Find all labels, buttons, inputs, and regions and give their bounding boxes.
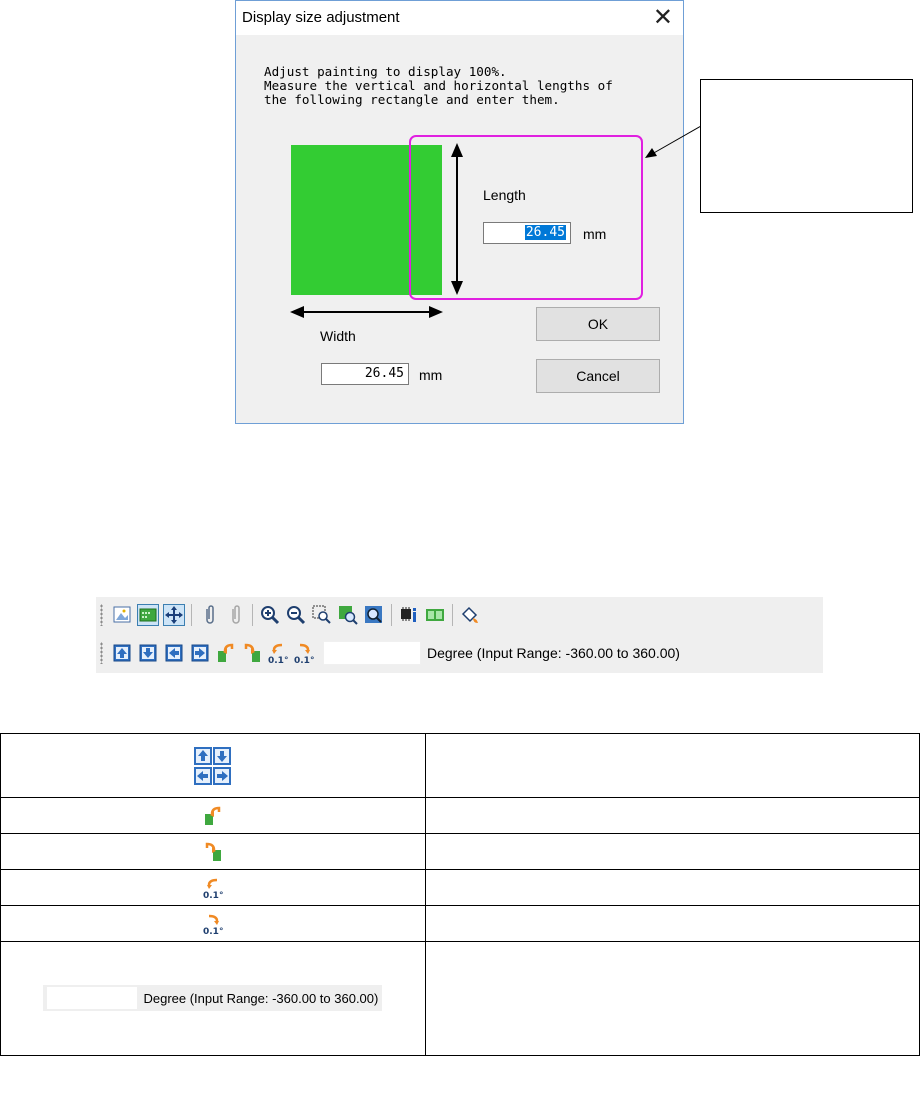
callout-pointer-head [645,148,657,158]
move-up-icon [194,746,213,765]
deg01-label: 0.1° [294,656,314,664]
table-row: 0.1° [0,869,920,906]
degree-label: Degree (Input Range: -360.00 to 360.00) [427,645,680,661]
table-row: 0.1° [0,905,920,942]
table-cell-icon [0,733,426,798]
rotate-right-90-icon [205,842,221,861]
table-row [0,797,920,834]
green-double-icon[interactable] [424,604,446,626]
callout-pointer-line [651,125,702,155]
table-row [0,833,920,870]
degree-input-preview: Degree (Input Range: -360.00 to 360.00) [43,985,383,1011]
rotate-right-0.1-icon: 0.1° [203,914,223,937]
rotate-left-90-icon [204,806,221,825]
move-up-icon[interactable] [111,642,133,664]
degree-input[interactable] [323,641,421,665]
toolbar-separator [191,604,192,626]
display-grid-icon[interactable] [137,604,159,626]
zoom-out-icon[interactable] [285,604,307,626]
paperclip-gray-icon[interactable] [224,604,246,626]
degree-label: Degree (Input Range: -360.00 to 360.00) [143,990,379,1006]
paperclip-icon[interactable] [198,604,220,626]
table-row [0,733,920,798]
width-label: Width [320,328,356,344]
table-cell-icon [0,797,426,834]
zoom-area-icon[interactable] [311,604,333,626]
table-cell-description [424,869,920,906]
reference-table: 0.1° 0.1° Degree (Input Range: -360.00 t… [0,733,920,1056]
table-cell-icon: 0.1° [0,869,426,906]
table-cell-description [424,905,920,942]
table-cell-icon [0,833,426,870]
deg01-label: 0.1° [203,891,223,899]
width-unit: mm [419,367,443,383]
deg01-label: 0.1° [268,656,288,664]
toolbar-grip[interactable] [100,642,103,664]
move-down-icon[interactable] [137,642,159,664]
table-cell-icon: Degree (Input Range: -360.00 to 360.00) [0,941,426,1056]
rotate-right-0.1-icon[interactable]: 0.1° [293,642,315,664]
toolbar-separator [452,604,453,626]
move-left-icon [194,766,213,785]
toolbar-row-1 [96,597,823,633]
toolbar-separator [391,604,392,626]
table-cell-icon: 0.1° [0,905,426,942]
horizontal-arrow-head-left [290,306,304,318]
degree-input [47,987,138,1009]
table-cell-description [424,797,920,834]
image-icon[interactable] [111,604,133,626]
width-input[interactable]: 26.45 [321,363,409,385]
rotate-right-90-icon[interactable] [241,642,263,664]
table-cell-description [424,733,920,798]
zoom-in-icon[interactable] [259,604,281,626]
move-right-icon[interactable] [189,642,211,664]
move-left-icon[interactable] [163,642,185,664]
move-down-icon [213,746,232,765]
toolbar-separator [252,604,253,626]
toolbar-grip[interactable] [100,604,103,626]
paint-bucket-icon[interactable] [459,604,481,626]
cancel-button[interactable]: Cancel [536,359,660,393]
rotate-left-0.1-icon[interactable]: 0.1° [267,642,289,664]
callout-box [700,79,913,213]
horizontal-arrow-head-right [429,306,443,318]
zoom-fit-icon[interactable] [363,604,385,626]
rotate-left-0.1-icon: 0.1° [203,878,223,901]
chip-info-icon[interactable] [398,604,420,626]
table-cell-description [424,833,920,870]
toolbar: 0.1° 0.1° Degree (Input Range: -360.00 t… [96,597,823,673]
move-arrows-icon[interactable] [163,604,185,626]
table-cell-description [424,941,920,1056]
deg01-label: 0.1° [203,927,223,935]
table-row: Degree (Input Range: -360.00 to 360.00) [0,941,920,1056]
move-right-icon [213,766,232,785]
ok-button[interactable]: OK [536,307,660,341]
zoom-green-icon[interactable] [337,604,359,626]
toolbar-row-2: 0.1° 0.1° Degree (Input Range: -360.00 t… [96,635,823,671]
rotate-left-90-icon[interactable] [215,642,237,664]
